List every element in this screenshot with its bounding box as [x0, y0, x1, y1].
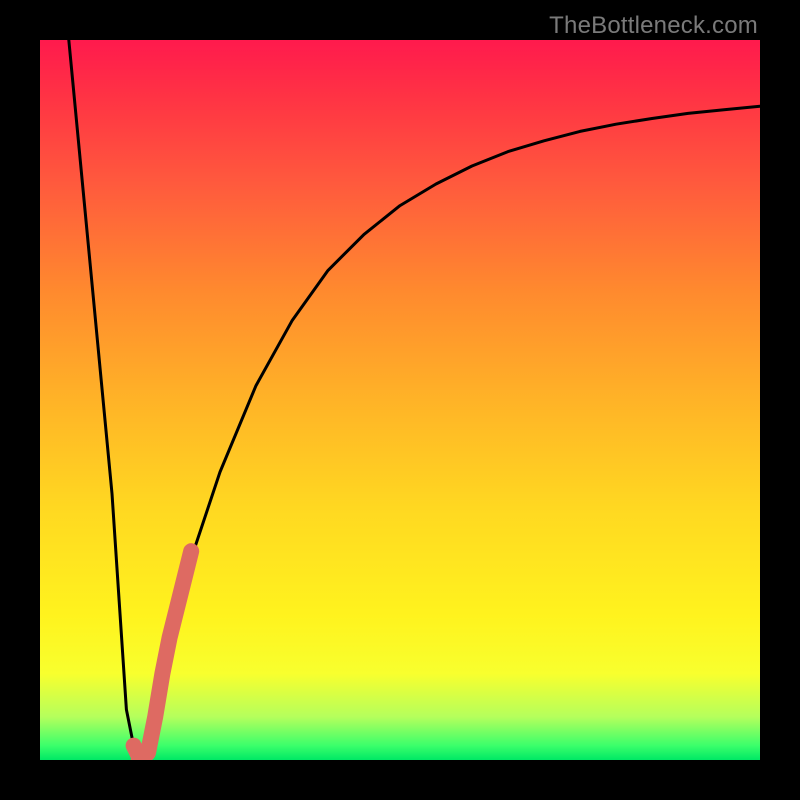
chart-frame: TheBottleneck.com [0, 0, 800, 800]
watermark-text: TheBottleneck.com [549, 12, 758, 40]
plot-area [40, 40, 760, 760]
chart-svg [40, 40, 760, 760]
highlight-segment [134, 551, 192, 760]
